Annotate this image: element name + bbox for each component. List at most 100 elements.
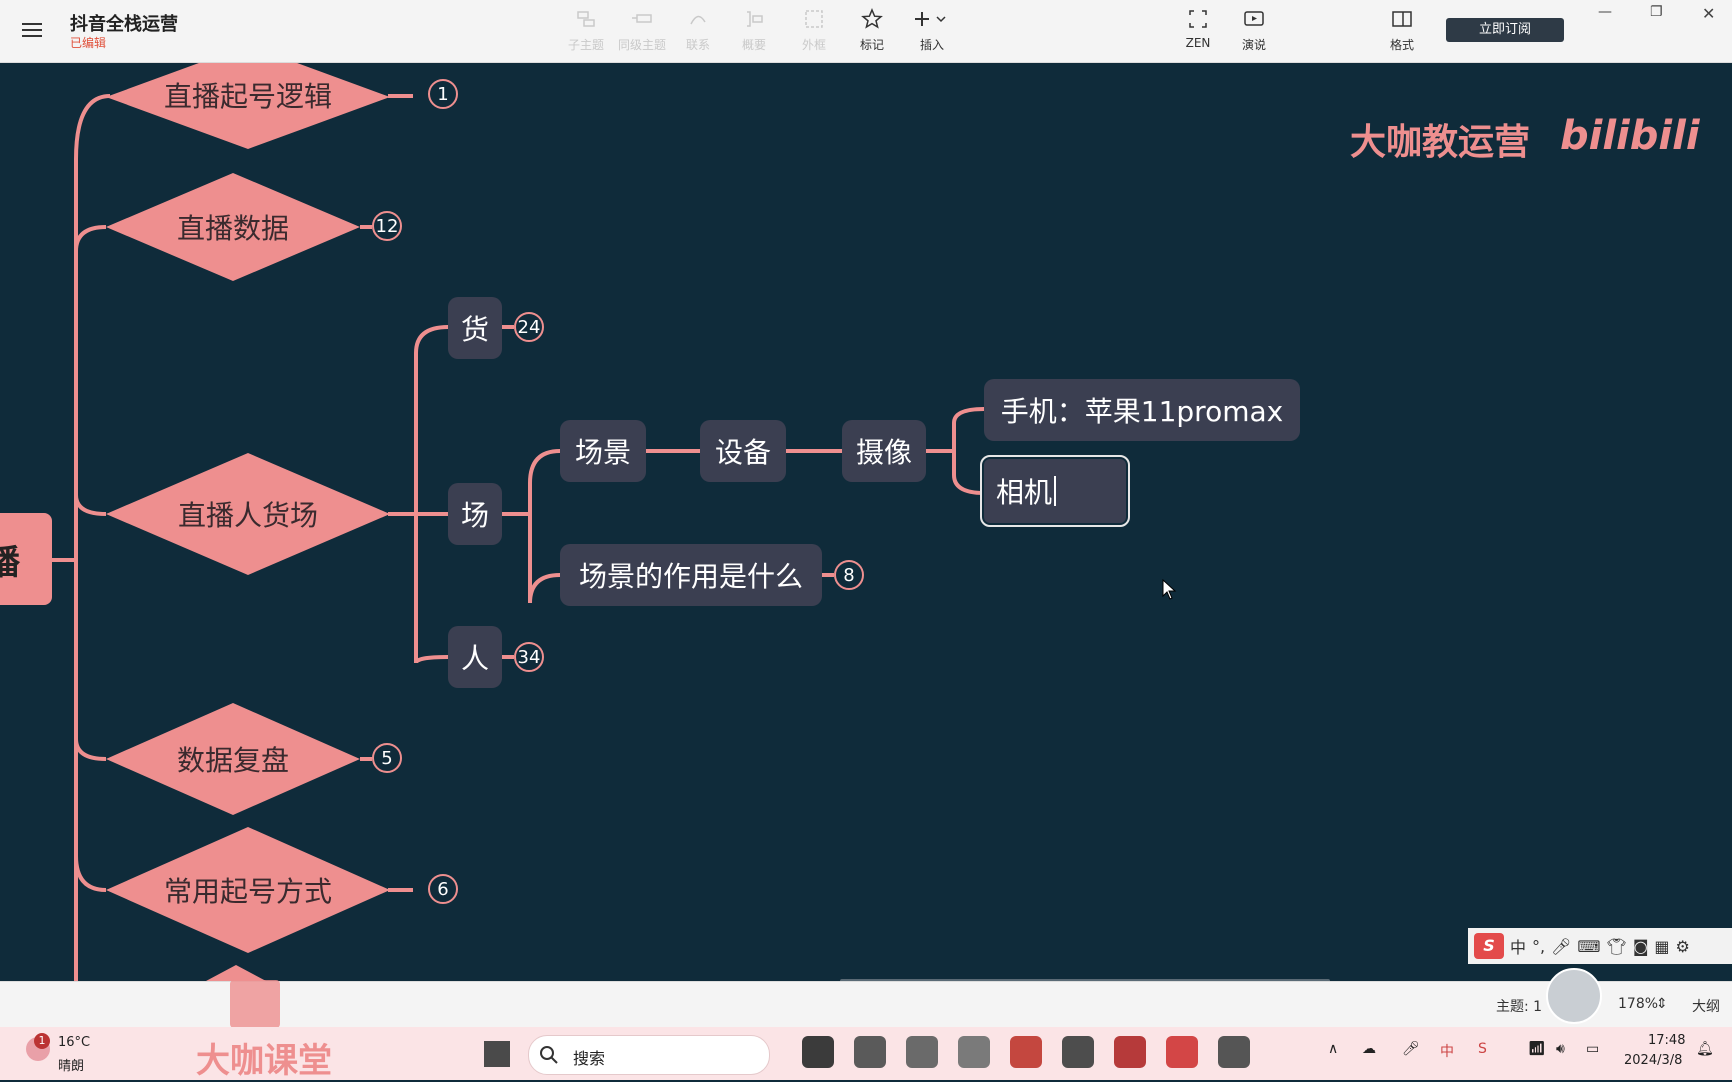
boundary-button[interactable]: 外框 bbox=[786, 8, 842, 53]
topic-ren[interactable]: 人 bbox=[448, 626, 502, 688]
volume-icon[interactable]: 🔊︎ bbox=[1556, 1041, 1565, 1057]
subtopic-button[interactable]: 子主题 bbox=[558, 8, 614, 53]
title-bar: 抖音全栈运营 已编辑 子主题 同级主题 联系 概要 外框 标记 插入 ZEN 演… bbox=[0, 0, 1732, 63]
clock-time[interactable]: 17:48 bbox=[1648, 1033, 1685, 1048]
topic-phone[interactable]: 手机：苹果11promax bbox=[984, 379, 1300, 441]
weather-temp: 16°C bbox=[58, 1035, 91, 1050]
outline-toggle[interactable]: 大纲 bbox=[1692, 996, 1720, 1016]
marker-label: 标记 bbox=[859, 38, 884, 52]
notification-bell-icon[interactable]: 🔔︎ bbox=[1696, 1041, 1714, 1057]
branch-6-shape-partial bbox=[206, 965, 266, 981]
summary-button[interactable]: 概要 bbox=[726, 8, 782, 53]
ime-skin-icon[interactable]: 👕︎ bbox=[1607, 937, 1627, 956]
taskbar-app-chat-icon[interactable] bbox=[854, 1036, 886, 1068]
tray-mic-icon[interactable]: 🎤︎ bbox=[1402, 1041, 1420, 1057]
zoom-level[interactable]: 178% bbox=[1618, 996, 1658, 1012]
subtopic-icon bbox=[577, 11, 595, 27]
wifi-icon[interactable]: 📶︎ bbox=[1528, 1041, 1546, 1057]
weather-desc: 晴朗 bbox=[58, 1059, 85, 1074]
ime-toolbar[interactable]: S 中 °, 🎤︎ ⌨︎ 👕︎ ◙ ▦ ⚙︎ bbox=[1468, 928, 1732, 964]
topic-shebei[interactable]: 设备 bbox=[700, 420, 786, 482]
relationship-icon bbox=[690, 15, 706, 25]
branch-4-label: 数据复盘 bbox=[176, 744, 289, 777]
present-icon bbox=[1244, 11, 1264, 26]
weather-badge: 1 bbox=[34, 1033, 50, 1049]
search-placeholder: 搜索 bbox=[573, 1049, 606, 1068]
boundary-icon bbox=[805, 10, 823, 28]
ime-grid-icon[interactable]: ▦ bbox=[1654, 937, 1669, 956]
ime-language-toggle[interactable]: 中 bbox=[1510, 934, 1526, 958]
branch-1-label: 直播起号逻辑 bbox=[163, 80, 332, 113]
branch-4-count-badge[interactable]: 5 bbox=[372, 743, 402, 773]
format-panel-button[interactable]: 格式 bbox=[1374, 8, 1430, 53]
topic-ren-count-badge[interactable]: 34 bbox=[514, 642, 544, 672]
avatar[interactable] bbox=[1546, 968, 1602, 1024]
topic-huo-count-badge[interactable]: 24 bbox=[514, 312, 544, 342]
tray-cloud-icon[interactable]: ☁︎ bbox=[1362, 1041, 1376, 1057]
branch-2-count-badge[interactable]: 12 bbox=[372, 211, 402, 241]
present-button[interactable]: 演说 bbox=[1226, 8, 1282, 53]
sibling-topic-icon bbox=[632, 14, 652, 23]
insert-button[interactable]: 插入 bbox=[904, 8, 960, 53]
summary-label: 概要 bbox=[741, 38, 766, 52]
ime-settings-icon[interactable]: ⚙︎ bbox=[1675, 937, 1689, 956]
zoom-stepper-icon[interactable]: ⇕ bbox=[1656, 996, 1668, 1012]
relationship-label: 联系 bbox=[685, 38, 710, 52]
start-icon[interactable] bbox=[484, 1041, 510, 1067]
topic-chang[interactable]: 场 bbox=[448, 483, 502, 545]
taskbar-app-record-icon[interactable] bbox=[1166, 1036, 1198, 1068]
hamburger-menu-icon[interactable] bbox=[18, 16, 46, 44]
plus-icon bbox=[915, 12, 946, 26]
brand-watermark: 大咖课堂 bbox=[196, 1041, 332, 1081]
save-status: 已编辑 bbox=[70, 36, 107, 50]
taskbar-app-compass-icon[interactable] bbox=[906, 1036, 938, 1068]
topic-shexiang[interactable]: 摄像 bbox=[842, 420, 926, 482]
topic-huo[interactable]: 货 bbox=[448, 297, 502, 359]
ime-game-icon[interactable]: ◙ bbox=[1633, 937, 1649, 956]
tray-ime-lang[interactable]: 中 bbox=[1440, 1041, 1454, 1061]
close-icon[interactable]: ✕ bbox=[1702, 4, 1715, 23]
battery-icon[interactable]: ▭ bbox=[1586, 1041, 1599, 1057]
taskbar-app-xmind-icon[interactable] bbox=[1114, 1036, 1146, 1068]
subscribe-button[interactable]: 立即订阅 bbox=[1446, 18, 1564, 42]
restore-icon[interactable]: ❐ bbox=[1650, 4, 1663, 20]
taskbar-search[interactable]: 搜索 bbox=[528, 1035, 770, 1075]
branch-1-count-badge[interactable]: 1 bbox=[428, 79, 458, 109]
taskbar-app-obs-icon[interactable] bbox=[1218, 1036, 1250, 1068]
tray-sogou-icon[interactable]: S bbox=[1478, 1041, 1487, 1057]
branch-3-label: 直播人货场 bbox=[177, 499, 318, 532]
topic-count: 主题: 1 bbox=[1496, 999, 1543, 1015]
clock-date[interactable]: 2024/3/8 bbox=[1624, 1053, 1682, 1068]
mindmap-canvas[interactable]: 播 直播起号逻辑 1 直播数据 12 直播人货场 数据复盘 5 常用起号方式 6… bbox=[0, 63, 1732, 981]
ime-punctuation-icon[interactable]: °, bbox=[1532, 937, 1545, 956]
sogou-logo-icon: S bbox=[1474, 933, 1504, 959]
zen-button[interactable]: ZEN bbox=[1170, 8, 1226, 50]
topic-changjing[interactable]: 场景 bbox=[560, 420, 646, 482]
topic-zuoyong-count-badge[interactable]: 8 bbox=[834, 560, 864, 590]
sibling-topic-button[interactable]: 同级主题 bbox=[614, 8, 670, 53]
taskbar-app-bubble-icon[interactable] bbox=[1062, 1036, 1094, 1068]
zen-label: ZEN bbox=[1185, 36, 1211, 50]
ime-mic-icon[interactable]: 🎤︎ bbox=[1551, 937, 1571, 956]
relationship-button[interactable]: 联系 bbox=[670, 8, 726, 53]
taskbar-app-files-icon[interactable] bbox=[802, 1036, 834, 1068]
root-topic-label: 播 bbox=[0, 542, 20, 583]
present-label: 演说 bbox=[1241, 38, 1266, 52]
taskbar-app-folder-icon[interactable] bbox=[1010, 1036, 1042, 1068]
subtopic-label: 子主题 bbox=[567, 38, 604, 52]
topic-camera-editing[interactable]: 相机 bbox=[980, 455, 1130, 527]
ime-keyboard-icon[interactable]: ⌨︎ bbox=[1577, 937, 1600, 956]
branch-2-label: 直播数据 bbox=[176, 212, 289, 245]
tray-chevron-up-icon[interactable]: ∧ bbox=[1328, 1041, 1338, 1057]
format-panel-label: 格式 bbox=[1389, 38, 1414, 52]
search-icon bbox=[540, 1046, 558, 1064]
topic-camera-label: 相机 bbox=[996, 476, 1053, 509]
root-topic[interactable]: 播 bbox=[0, 513, 52, 605]
branch-5-count-badge[interactable]: 6 bbox=[428, 874, 458, 904]
topic-changjing-zuoyong[interactable]: 场景的作用是什么 bbox=[560, 544, 822, 606]
taskbar-app-wechat-icon[interactable] bbox=[958, 1036, 990, 1068]
windows-taskbar: 1 16°C 晴朗 大咖课堂 搜索 ∧ ☁︎ 🎤︎ 中 S 📶︎ 🔊︎ ▭ 17… bbox=[0, 1027, 1732, 1081]
summary-icon bbox=[747, 11, 763, 27]
marker-button[interactable]: 标记 bbox=[844, 8, 900, 53]
minimize-icon[interactable]: — bbox=[1598, 4, 1612, 20]
